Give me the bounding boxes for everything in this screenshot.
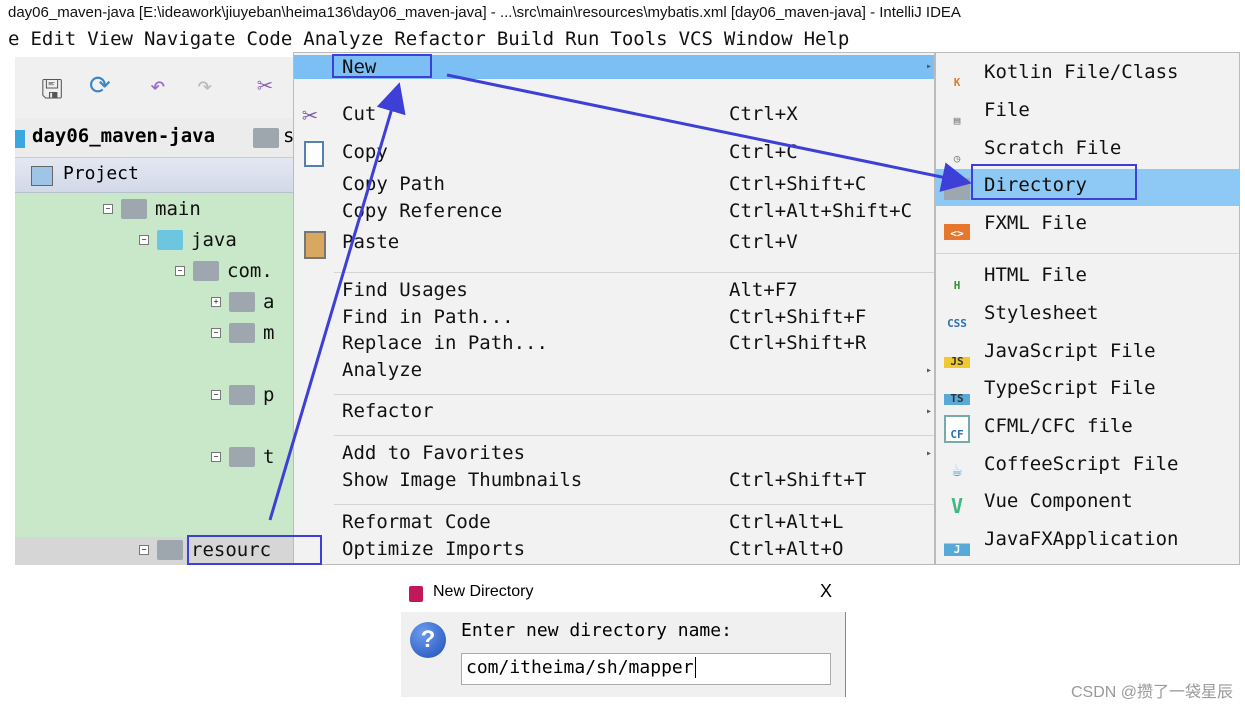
highlight-box-directory: [971, 164, 1137, 200]
arrow-to-directory: [446, 73, 972, 192]
highlight-box-new: [332, 54, 432, 78]
arrow-to-new: [268, 82, 406, 521]
highlight-box-resources: [187, 535, 322, 565]
annotation-overlay: [187, 54, 1137, 565]
